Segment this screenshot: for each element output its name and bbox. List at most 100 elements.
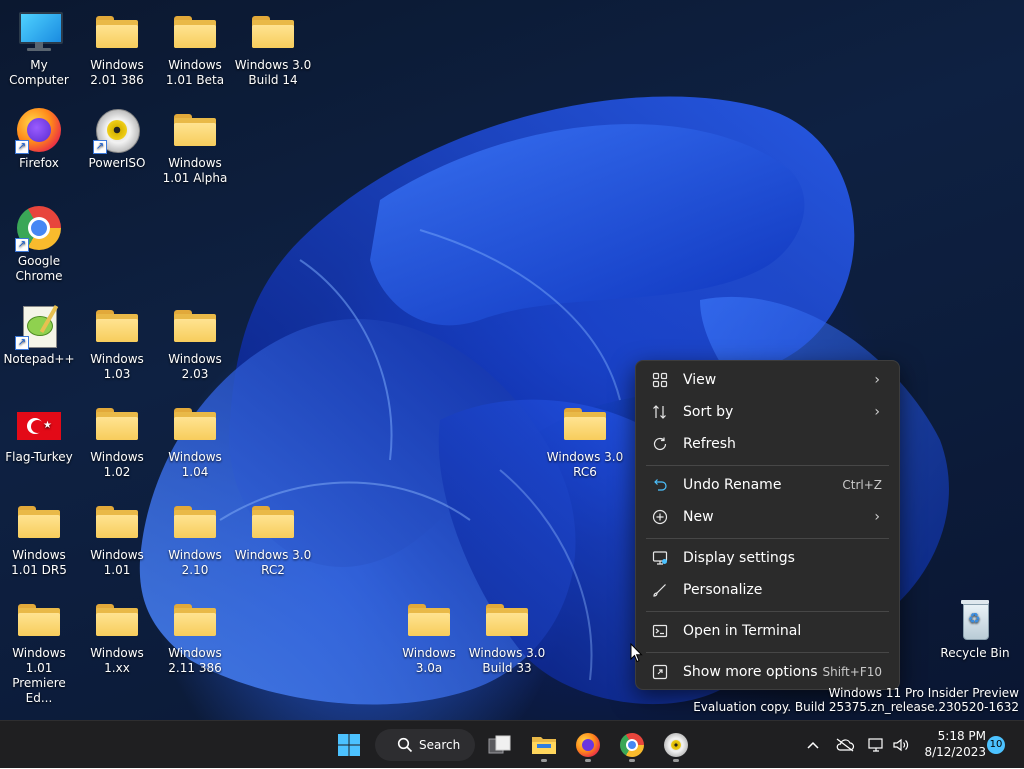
icon-label: Windows 1.01 DR5: [11, 548, 67, 577]
recycle-bin-icon: ♻: [951, 596, 999, 644]
desktop-icon-folder[interactable]: Windows 1.01 Premiere Ed...: [0, 596, 78, 706]
file-explorer-icon: [532, 737, 556, 754]
volume-tray-button[interactable]: [889, 721, 913, 769]
menu-item-view[interactable]: View ›: [641, 365, 894, 395]
menu-item-new[interactable]: New ›: [641, 502, 894, 532]
icon-label: Windows 1.03: [90, 352, 144, 381]
menu-item-sort-by[interactable]: Sort by ›: [641, 397, 894, 427]
folder-icon: [93, 8, 141, 56]
folder-icon: [93, 596, 141, 644]
folder-icon: [15, 596, 63, 644]
icon-label: Windows 1.04: [168, 450, 222, 479]
desktop-icon-folder[interactable]: Windows 1.01: [78, 498, 156, 578]
taskbar-clock[interactable]: 5:18 PM 8/12/2023: [916, 728, 986, 760]
notification-badge[interactable]: 10: [987, 736, 1005, 754]
desktop-icon-folder[interactable]: Windows 3.0 Build 33: [468, 596, 546, 676]
menu-item-label: View: [683, 372, 717, 388]
desktop-icon-poweriso[interactable]: ↗ PowerISO: [78, 106, 156, 171]
icon-label: Flag-Turkey: [5, 450, 73, 464]
menu-shortcut: Shift+F10: [822, 665, 882, 679]
icon-label: Notepad++: [3, 352, 75, 366]
desktop-icon-chrome[interactable]: ↗ Google Chrome: [0, 204, 78, 284]
grid-icon: [651, 371, 669, 389]
network-tray-button[interactable]: [864, 721, 888, 769]
desktop-icon-folder[interactable]: Windows 1.04: [156, 400, 234, 480]
folder-icon: [405, 596, 453, 644]
folder-icon: [171, 106, 219, 154]
clock-date: 8/12/2023: [924, 745, 986, 759]
taskbar-file-explorer[interactable]: [526, 727, 562, 763]
show-hidden-icons-button[interactable]: [802, 721, 824, 769]
menu-item-undo-rename[interactable]: Undo Rename Ctrl+Z: [641, 470, 894, 500]
folder-icon: [249, 498, 297, 546]
desktop-icon-recycle-bin[interactable]: ♻ Recycle Bin: [936, 596, 1014, 661]
menu-item-label: Sort by: [683, 404, 734, 420]
icon-label: PowerISO: [88, 156, 146, 170]
chrome-icon: [620, 733, 644, 757]
notepad-icon: ↗: [15, 302, 63, 350]
task-view-icon: [488, 735, 511, 754]
icon-label: Windows 1.01 Beta: [165, 58, 225, 87]
shortcut-arrow-icon: ↗: [15, 140, 29, 154]
desktop-icon-folder[interactable]: Windows 2.11 386: [156, 596, 234, 676]
icon-label: Windows 3.0 RC2: [234, 548, 312, 577]
start-button[interactable]: [331, 727, 367, 763]
menu-item-label: Personalize: [683, 582, 763, 598]
desktop-icon-folder[interactable]: Windows 1.01 DR5: [0, 498, 78, 578]
desktop-icon-notepadpp[interactable]: ↗ Notepad++: [0, 302, 78, 367]
menu-item-label: Open in Terminal: [683, 623, 802, 639]
menu-shortcut: Ctrl+Z: [842, 478, 882, 492]
desktop-icon-folder[interactable]: Windows 1.03: [78, 302, 156, 382]
taskbar: Search 5:18 PM 8/12/2023 10: [0, 720, 1024, 768]
menu-separator: [646, 465, 889, 466]
onedrive-tray-button[interactable]: [832, 721, 858, 769]
desktop-icon-flag-turkey[interactable]: ★ Flag-Turkey: [0, 400, 78, 465]
desktop-icon-folder[interactable]: Windows 2.10: [156, 498, 234, 578]
flag-icon: ★: [15, 400, 63, 448]
desktop-icon-folder[interactable]: Windows 3.0a: [390, 596, 468, 676]
icon-label: Windows 1.01: [90, 548, 144, 577]
desktop-icon-folder[interactable]: Windows 3.0 RC2: [234, 498, 312, 578]
display-icon: [651, 549, 669, 567]
menu-item-label: Undo Rename: [683, 477, 782, 493]
speaker-icon: [893, 738, 909, 752]
desktop-icon-folder[interactable]: Windows 2.01 386: [78, 8, 156, 88]
desktop-icon-folder[interactable]: Windows 1.02: [78, 400, 156, 480]
menu-separator: [646, 538, 889, 539]
menu-item-show-more-options[interactable]: Show more options Shift+F10: [641, 657, 894, 687]
desktop[interactable]: My Computer Windows 2.01 386 Windows 1.0…: [0, 0, 1024, 720]
folder-icon: [93, 498, 141, 546]
menu-item-refresh[interactable]: Refresh: [641, 429, 894, 459]
desktop-icon-folder[interactable]: Windows 2.03: [156, 302, 234, 382]
icon-label: Windows 1.xx: [90, 646, 144, 675]
desktop-icon-my-computer[interactable]: My Computer: [0, 8, 78, 88]
taskbar-firefox[interactable]: [570, 727, 606, 763]
taskbar-search-button[interactable]: Search: [375, 729, 475, 761]
folder-icon: [249, 8, 297, 56]
desktop-icon-folder[interactable]: Windows 1.01 Beta: [156, 8, 234, 88]
taskbar-poweriso[interactable]: [658, 727, 694, 763]
task-view-button[interactable]: [482, 727, 518, 763]
cloud-offline-icon: [836, 738, 855, 752]
icon-label: Firefox: [19, 156, 59, 170]
folder-icon: [15, 498, 63, 546]
icon-label: Windows 2.03: [168, 352, 222, 381]
brush-icon: [651, 581, 669, 599]
firefox-icon: ↗: [15, 106, 63, 154]
windows-logo-icon: [338, 734, 360, 756]
folder-icon: [171, 302, 219, 350]
folder-icon: [483, 596, 531, 644]
monitor-icon: [15, 8, 63, 56]
icon-label: Recycle Bin: [940, 646, 1010, 660]
taskbar-chrome[interactable]: [614, 727, 650, 763]
menu-item-personalize[interactable]: Personalize: [641, 575, 894, 605]
desktop-icon-folder[interactable]: Windows 1.01 Alpha: [156, 106, 234, 186]
menu-item-display-settings[interactable]: Display settings: [641, 543, 894, 573]
desktop-icon-folder[interactable]: Windows 3.0 Build 14: [234, 8, 312, 88]
mouse-cursor-icon: [630, 643, 643, 663]
desktop-icon-folder[interactable]: Windows 1.xx: [78, 596, 156, 676]
desktop-icon-firefox[interactable]: ↗ Firefox: [0, 106, 78, 171]
menu-item-open-terminal[interactable]: Open in Terminal: [641, 616, 894, 646]
menu-separator: [646, 652, 889, 653]
desktop-icon-folder[interactable]: Windows 3.0 RC6: [546, 400, 624, 480]
